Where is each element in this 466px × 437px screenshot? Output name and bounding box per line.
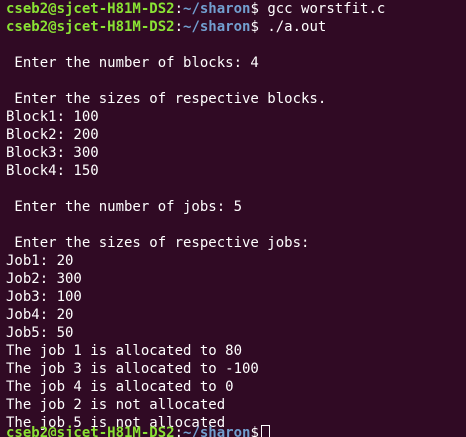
output-line: Enter the sizes of respective blocks. bbox=[6, 91, 327, 107]
command-line-2: cseb2@sjcet-H81M-DS2:~/sharon$ ./a.out bbox=[6, 18, 466, 36]
command-text: gcc worstfit.c bbox=[267, 1, 386, 17]
prompt-user-host: cseb2@sjcet-H81M-DS2 bbox=[6, 1, 175, 17]
prompt-separator: : bbox=[174, 425, 184, 437]
output-line: Enter the number of jobs: 5 bbox=[6, 199, 243, 215]
command-line-1: cseb2@sjcet-H81M-DS2:~/sharon$ gcc worst… bbox=[6, 0, 466, 18]
prompt-separator: : bbox=[174, 1, 184, 17]
output-line: Job3: 100 bbox=[6, 289, 82, 305]
prompt-user-host: cseb2@sjcet-H81M-DS2 bbox=[6, 425, 175, 437]
prompt-path: ~/sharon bbox=[183, 19, 251, 35]
output-line: The job 4 is allocated to 0 bbox=[6, 379, 234, 395]
output-line: Block4: 150 bbox=[6, 163, 99, 179]
output-line: Block3: 300 bbox=[6, 145, 99, 161]
output-line: Enter the sizes of respective jobs: bbox=[6, 235, 310, 251]
output-line: Job5: 50 bbox=[6, 325, 74, 341]
terminal-window[interactable]: cseb2@sjcet-H81M-DS2:~/sharon$ gcc worst… bbox=[0, 0, 466, 437]
prompt-path: ~/sharon bbox=[183, 1, 251, 17]
program-output: Enter the number of blocks: 4 Enter the … bbox=[6, 36, 466, 432]
output-line: Block1: 100 bbox=[6, 109, 99, 125]
command-line-current[interactable]: cseb2@sjcet-H81M-DS2:~/sharon$ bbox=[6, 424, 270, 437]
output-line: Enter the number of blocks: 4 bbox=[6, 55, 259, 71]
output-line: The job 1 is allocated to 80 bbox=[6, 343, 243, 359]
prompt-separator: : bbox=[174, 19, 184, 35]
text-cursor bbox=[260, 425, 270, 437]
prompt-symbol: $ bbox=[250, 1, 259, 17]
prompt-path: ~/sharon bbox=[183, 425, 251, 437]
output-line: The job 2 is not allocated bbox=[6, 397, 226, 413]
prompt-symbol: $ bbox=[250, 425, 259, 437]
output-line: Block2: 200 bbox=[6, 127, 99, 143]
output-line: Job1: 20 bbox=[6, 253, 74, 269]
prompt-user-host: cseb2@sjcet-H81M-DS2 bbox=[6, 19, 175, 35]
output-line: Job4: 20 bbox=[6, 307, 74, 323]
prompt-symbol: $ bbox=[250, 19, 259, 35]
output-line: Job2: 300 bbox=[6, 271, 82, 287]
output-line: The job 3 is allocated to -100 bbox=[6, 361, 259, 377]
command-text: ./a.out bbox=[267, 19, 327, 35]
